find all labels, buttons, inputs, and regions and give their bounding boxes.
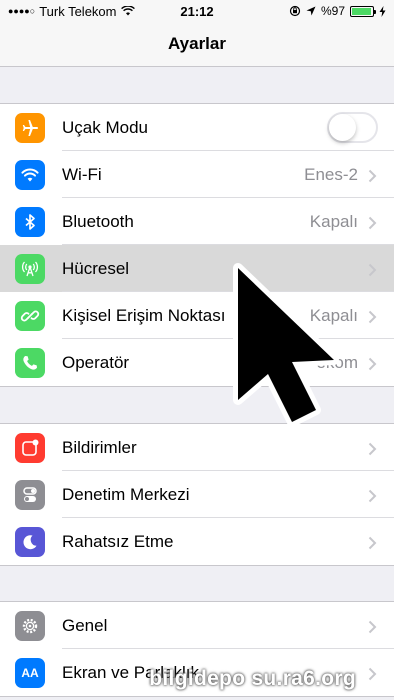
moon-icon <box>15 526 45 557</box>
settings-row-general[interactable]: Genel <box>0 602 394 649</box>
settings-row-wifi[interactable]: Wi-Fi Enes-2 <box>0 151 394 198</box>
chevron-right-icon <box>368 310 380 323</box>
watermark-text: bilgidepo su.ra6.org <box>149 667 356 690</box>
airplane-mode-toggle[interactable] <box>327 112 378 143</box>
status-bar: ●●●●○ Turk Telekom 21:12 %97 <box>0 0 394 22</box>
settings-row-label: Hücresel <box>62 258 130 278</box>
chevron-right-icon <box>368 357 380 370</box>
settings-row-label: Wi-Fi <box>62 164 102 184</box>
notifications-icon <box>15 432 45 463</box>
signal-strength-icon: ●●●●○ <box>8 6 36 16</box>
chevron-right-icon <box>368 216 380 229</box>
settings-row-cellular[interactable]: Hücresel <box>0 245 394 292</box>
battery-fill <box>352 7 372 15</box>
settings-row-label: Uçak Modu <box>62 117 148 137</box>
settings-row-label: Bildirimler <box>62 437 137 457</box>
gear-icon <box>15 610 45 641</box>
bluetooth-status-value: Kapalı <box>309 211 358 231</box>
toggle-knob <box>329 114 356 141</box>
chevron-right-icon <box>368 620 380 633</box>
settings-row-airplane-mode[interactable]: Uçak Modu <box>0 104 394 151</box>
hotspot-status-value: Kapalı <box>309 305 358 325</box>
cellular-antenna-icon <box>15 253 45 284</box>
settings-row-control-center[interactable]: Denetim Merkezi <box>0 471 394 518</box>
chevron-right-icon <box>368 489 380 502</box>
settings-row-bluetooth[interactable]: Bluetooth Kapalı <box>0 198 394 245</box>
settings-row-carrier[interactable]: Operatör ekom <box>0 339 394 386</box>
settings-group-connectivity: Uçak Modu Wi-Fi Enes-2 Bluetooth Kapalı … <box>0 103 394 387</box>
charging-bolt-icon <box>379 5 386 17</box>
settings-row-label: Bluetooth <box>62 211 134 231</box>
airplane-icon <box>15 112 45 143</box>
battery-percent: %97 <box>320 4 345 18</box>
settings-group-notifications: Bildirimler Denetim Merkezi Rahatsız Etm… <box>0 423 394 566</box>
wifi-status-icon <box>120 6 135 16</box>
settings-row-do-not-disturb[interactable]: Rahatsız Etme <box>0 518 394 565</box>
settings-row-label: Genel <box>62 615 108 635</box>
settings-row-label: Denetim Merkezi <box>62 484 190 504</box>
orientation-lock-icon <box>289 5 301 17</box>
wifi-network-value: Enes-2 <box>304 164 358 184</box>
chevron-right-icon <box>368 169 380 182</box>
settings-row-label: Kişisel Erişim Noktası <box>62 305 226 325</box>
page-title: Ayarlar <box>168 34 226 53</box>
settings-row-notifications[interactable]: Bildirimler <box>0 424 394 471</box>
display-brightness-icon: AA <box>15 657 45 688</box>
bluetooth-icon <box>15 206 45 237</box>
phone-icon <box>15 347 45 378</box>
location-arrow-icon <box>306 6 316 16</box>
aa-glyph: AA <box>21 665 39 680</box>
hotspot-icon <box>15 300 45 331</box>
navigation-bar: Ayarlar <box>0 22 394 67</box>
chevron-right-icon <box>368 536 380 549</box>
carrier-name: Turk Telekom <box>39 3 117 19</box>
chevron-right-icon <box>368 667 380 680</box>
control-center-icon <box>15 479 45 510</box>
battery-icon <box>350 5 376 17</box>
status-right: %97 <box>289 4 386 18</box>
status-left: ●●●●○ Turk Telekom <box>8 4 289 19</box>
settings-row-label: Operatör <box>62 352 130 372</box>
settings-row-label: Rahatsız Etme <box>62 531 174 551</box>
carrier-value: ekom <box>316 352 358 372</box>
chevron-right-icon <box>368 442 380 455</box>
settings-row-personal-hotspot[interactable]: Kişisel Erişim Noktası Kapalı <box>0 292 394 339</box>
wifi-icon <box>15 159 45 190</box>
chevron-right-icon <box>368 263 380 276</box>
